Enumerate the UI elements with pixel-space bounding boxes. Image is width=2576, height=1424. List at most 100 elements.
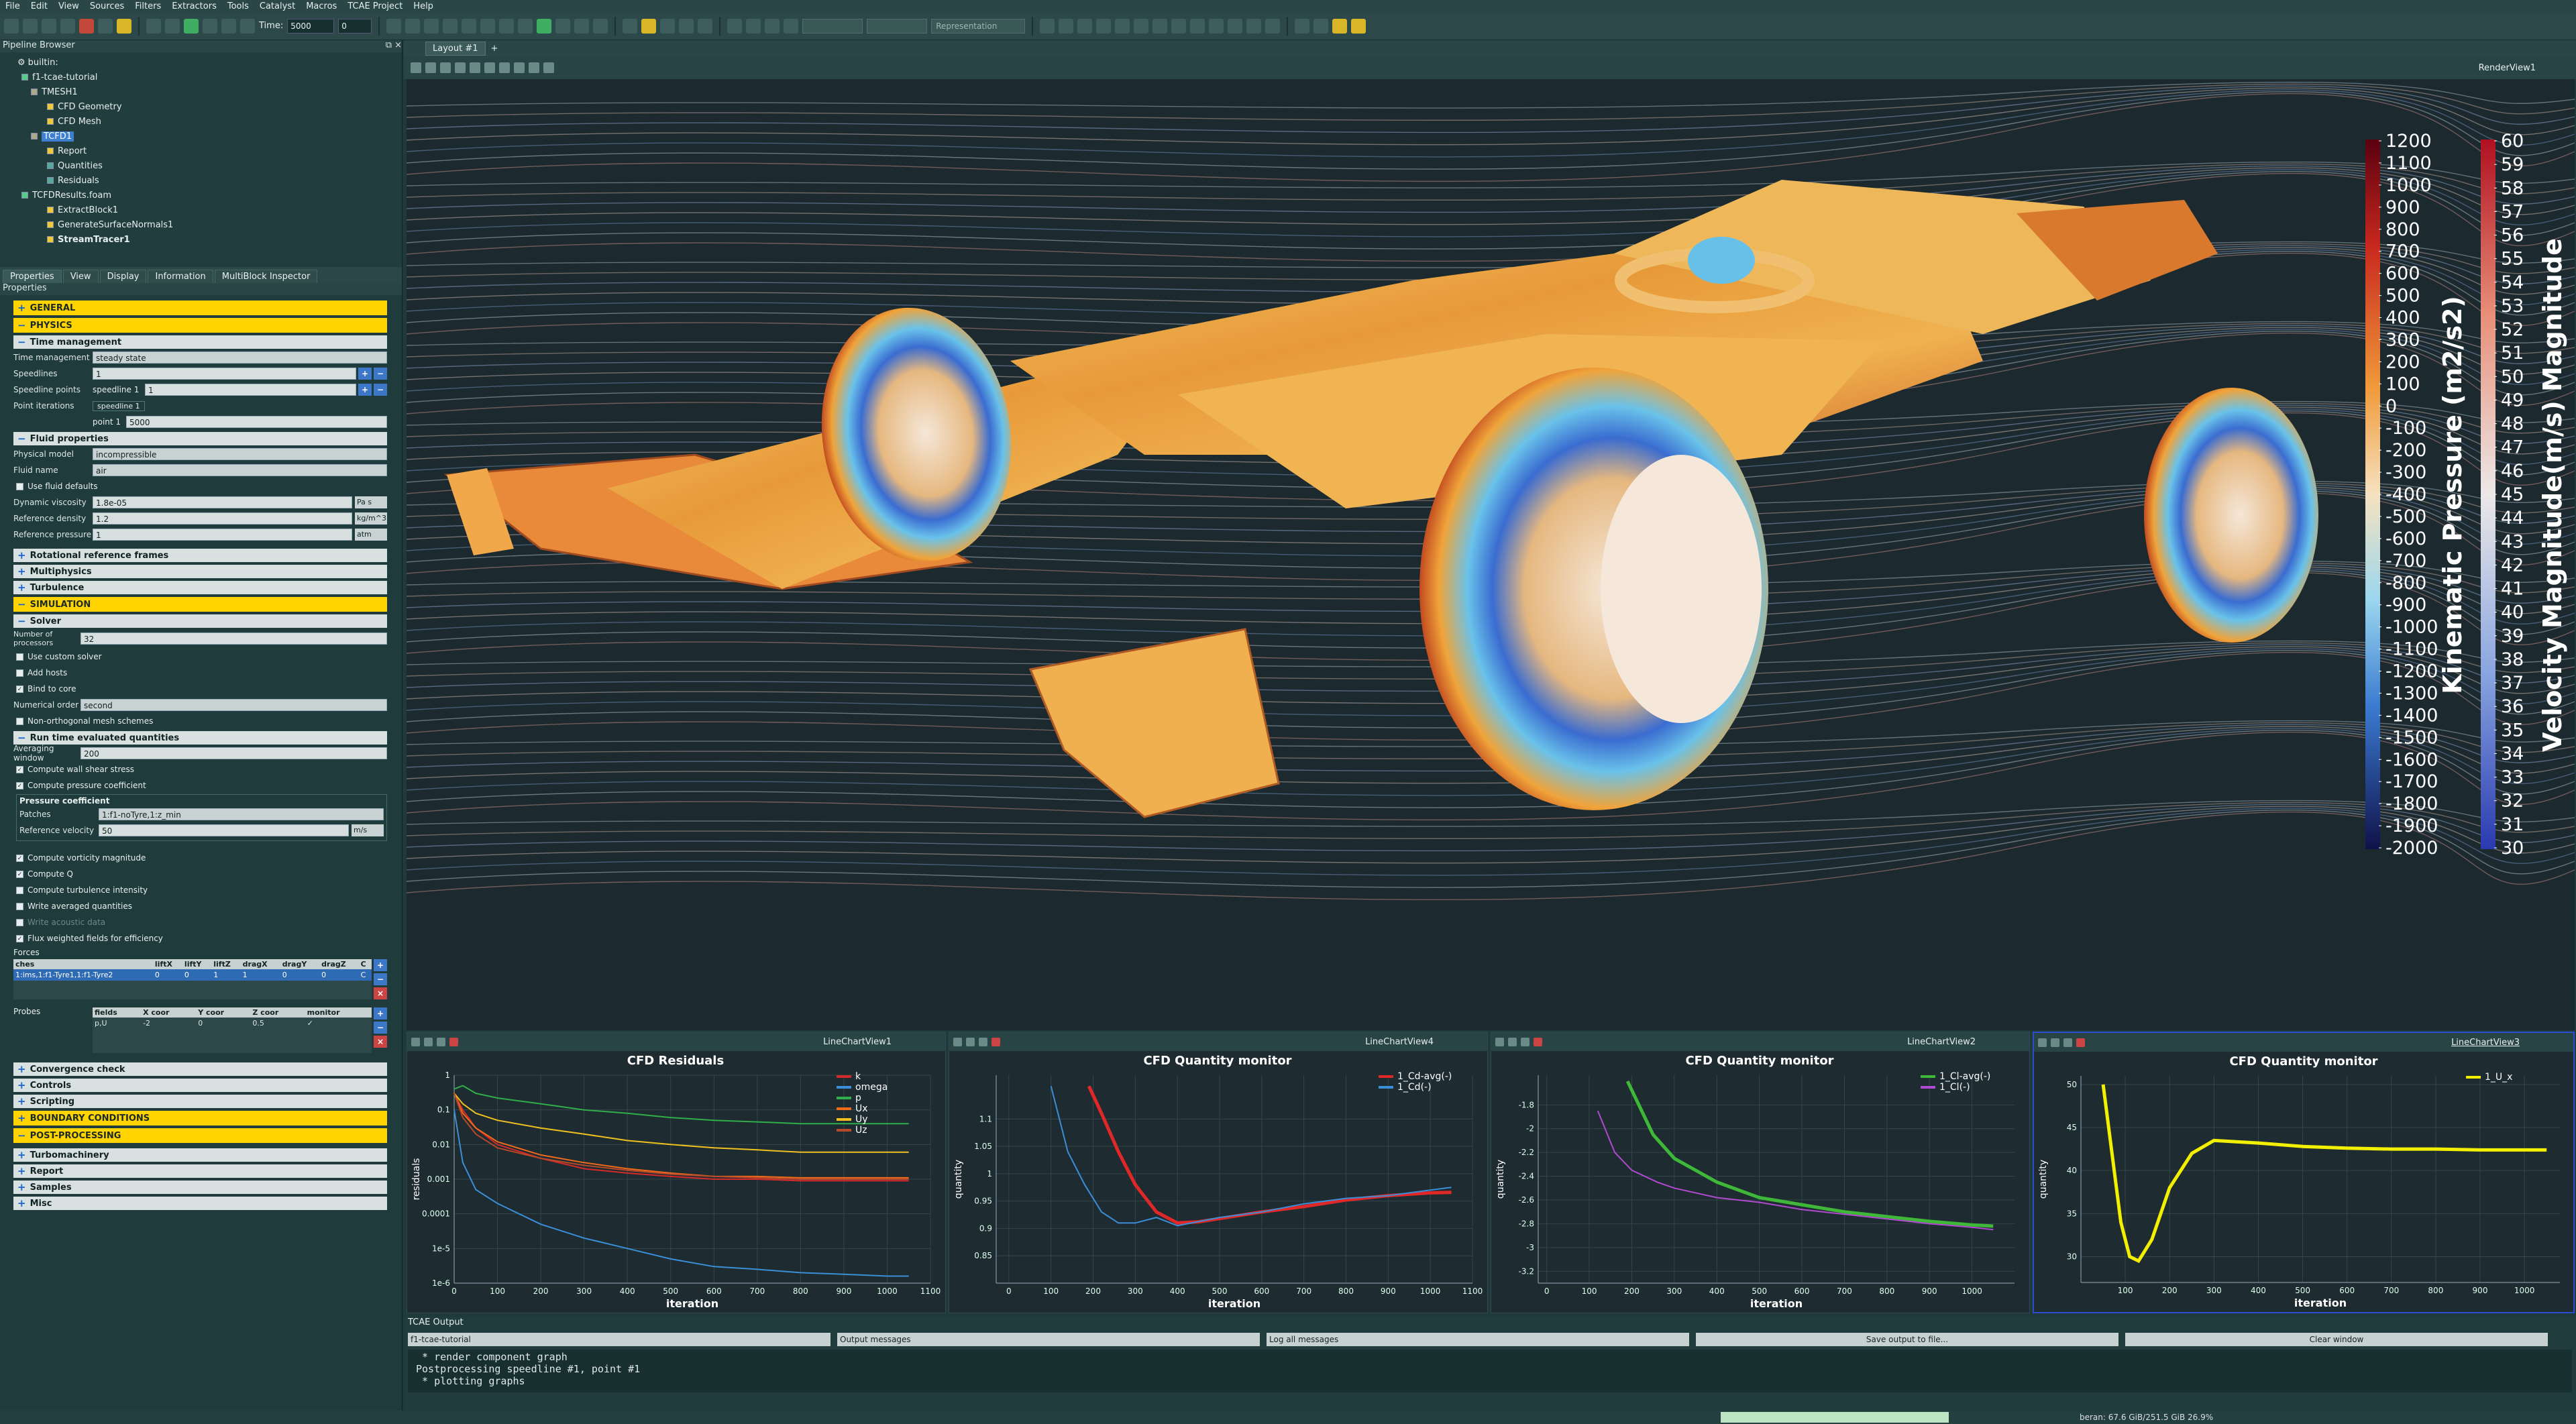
nproc-field[interactable]: 32 [80, 633, 387, 645]
unit-select[interactable]: m/s [352, 824, 384, 836]
project-select[interactable]: f1-tcae-tutorial [408, 1333, 830, 1346]
select-icon[interactable] [2051, 1038, 2059, 1047]
checkbox-box[interactable] [16, 669, 23, 677]
chart-canvas[interactable]: CFD Quantity monitor iteration quantity -1.… [1491, 1051, 2028, 1311]
averaging-window-field[interactable]: 200 [80, 747, 387, 759]
table-row[interactable]: p,U -2 0 0.5 ✓ [93, 1018, 372, 1029]
close-view-icon[interactable] [449, 1037, 458, 1046]
group-rotational-frames[interactable]: + Rotational reference frames [13, 549, 387, 562]
log-level-select[interactable]: Log all messages [1267, 1333, 1689, 1346]
wall-shear-checkbox[interactable]: ✓ Compute wall shear stress [16, 762, 387, 777]
checkbox-box[interactable] [16, 717, 23, 725]
hover-icon[interactable] [1209, 18, 1224, 34]
line-chart-view-3[interactable]: LineChartView3 CFD Quantity monitor itera… [2033, 1032, 2575, 1313]
fluid-name-select[interactable]: air [93, 464, 387, 476]
chart-canvas[interactable]: CFD Residuals iteration residuals 1 0.1 0.01 0… [407, 1051, 944, 1311]
group-scripting[interactable]: + Scripting [13, 1095, 387, 1108]
dynamic-viscosity-field[interactable]: 1.8e-05 [93, 496, 352, 508]
flux-weighted-checkbox[interactable]: ✓ Flux weighted fields for efficiency [16, 931, 387, 946]
select-points-icon[interactable] [455, 62, 466, 73]
zoom-icon[interactable] [979, 1037, 987, 1046]
physical-model-select[interactable]: incompressible [93, 448, 387, 460]
unit-select[interactable]: atm [355, 529, 387, 541]
view-y-icon[interactable] [1077, 18, 1093, 34]
pipeline-item[interactable]: Report [0, 144, 402, 158]
clip-icon[interactable] [462, 18, 477, 34]
render-canvas[interactable]: 1200110010009008007006005004003002001000… [407, 79, 2575, 1030]
group-convergence-check[interactable]: + Convergence check [13, 1062, 387, 1076]
forces-table[interactable]: ches liftX liftY liftZ dragX dragY dragZ C 1:im… [13, 959, 387, 999]
tab-display[interactable]: Display [99, 270, 147, 283]
menu-item-catalyst[interactable]: Catalyst [260, 1, 295, 11]
checkbox-box[interactable]: ✓ [16, 765, 23, 773]
section-post-processing[interactable]: − POST-PROCESSING [13, 1128, 387, 1143]
reset-camera-icon[interactable] [1040, 18, 1055, 34]
group-samples[interactable]: + Samples [13, 1181, 387, 1194]
undo-icon[interactable] [79, 18, 94, 34]
save-state-icon[interactable] [42, 18, 56, 34]
table-cell[interactable]: ✓ [305, 1018, 372, 1029]
menu-item-sources[interactable]: Sources [90, 1, 124, 11]
component-select[interactable] [867, 18, 928, 34]
group-fluid-properties[interactable]: − Fluid properties [13, 432, 387, 445]
table-cell[interactable]: 1 [240, 969, 280, 981]
slice-icon[interactable] [480, 18, 496, 34]
glyph-icon[interactable] [537, 18, 552, 34]
pressure-coefficient-checkbox[interactable]: ✓ Compute pressure coefficient [16, 778, 387, 793]
pipeline-item[interactable]: ⚙ builtin: [0, 55, 402, 70]
rotate-90-icon[interactable] [1115, 18, 1130, 34]
ref-velocity-field[interactable]: 50 [99, 824, 349, 836]
warp-icon[interactable] [574, 18, 590, 34]
point-iterations-field[interactable]: 5000 [126, 416, 387, 428]
table-cell[interactable]: 0 [280, 969, 320, 981]
non-orthogonal-checkbox[interactable]: Non-orthogonal mesh schemes [16, 714, 387, 728]
dock-close-icon[interactable]: ⧉ × [386, 40, 402, 52]
zoom-data-icon[interactable] [386, 18, 402, 34]
menu-item-tools[interactable]: Tools [227, 1, 249, 11]
table-cell[interactable]: 0 [196, 1018, 251, 1029]
threshold-icon[interactable] [499, 18, 515, 34]
save-output-button[interactable]: Save output to file... [1696, 1333, 2118, 1346]
menu-item-file[interactable]: File [5, 1, 20, 11]
pipeline-item[interactable]: StreamTracer1 [0, 232, 402, 247]
menu-item-macros[interactable]: Macros [306, 1, 337, 11]
clear-selection-icon[interactable] [543, 62, 554, 73]
write-averaged-checkbox[interactable]: Write averaged quantities [16, 899, 387, 914]
select-points-icon[interactable] [1152, 18, 1168, 34]
line-chart-view-2[interactable]: LineChartView2 CFD Quantity monitor itera… [1491, 1032, 2030, 1313]
select-block-icon[interactable] [1171, 18, 1187, 34]
line-chart-view-4[interactable]: LineChartView4 CFD Quantity monitor itera… [949, 1032, 1488, 1313]
shrink-icon[interactable] [529, 62, 539, 73]
select-icon[interactable] [424, 1037, 433, 1046]
rescale-custom-icon[interactable] [660, 18, 676, 34]
bind-to-core-checkbox[interactable]: ✓ Bind to core [16, 681, 387, 696]
use-fluid-defaults-checkbox[interactable]: Use fluid defaults [16, 479, 387, 494]
pipeline-item-selected[interactable]: TCFD1 [0, 129, 402, 144]
color-map-icon[interactable] [623, 18, 638, 34]
next-frame-icon[interactable] [203, 18, 217, 34]
patches-select[interactable]: 1:f1-noTyre,1:z_min [99, 808, 384, 820]
pipeline-item[interactable]: f1-tcae-tutorial [0, 70, 402, 85]
select-icon[interactable] [440, 62, 451, 73]
ruler-icon[interactable] [1351, 18, 1366, 34]
close-view-icon[interactable] [1534, 1037, 1542, 1046]
zoom-box-icon[interactable] [405, 18, 421, 34]
rescale-icon[interactable] [641, 18, 657, 34]
stream-tracer-icon[interactable] [555, 18, 571, 34]
calculator-icon[interactable] [424, 18, 439, 34]
interactive-select-icon[interactable] [484, 62, 495, 73]
camera-icon[interactable] [117, 18, 131, 34]
view-z-icon[interactable] [1096, 18, 1112, 34]
view-x-icon[interactable] [1059, 18, 1074, 34]
group-report[interactable]: + Report [13, 1164, 387, 1178]
grow-selection-icon[interactable] [1228, 18, 1243, 34]
select-cells-icon[interactable] [1134, 18, 1149, 34]
checkbox-box[interactable] [16, 902, 23, 910]
representation-select[interactable]: Representation [931, 18, 1026, 34]
extract-icon[interactable] [518, 18, 533, 34]
menu-item-tcae-project[interactable]: TCAE Project [347, 1, 402, 11]
play-icon[interactable] [184, 18, 199, 34]
select-icon[interactable] [966, 1037, 975, 1046]
speedline-points-field[interactable]: 1 [145, 384, 356, 396]
pipeline-item[interactable]: Residuals [0, 173, 402, 188]
